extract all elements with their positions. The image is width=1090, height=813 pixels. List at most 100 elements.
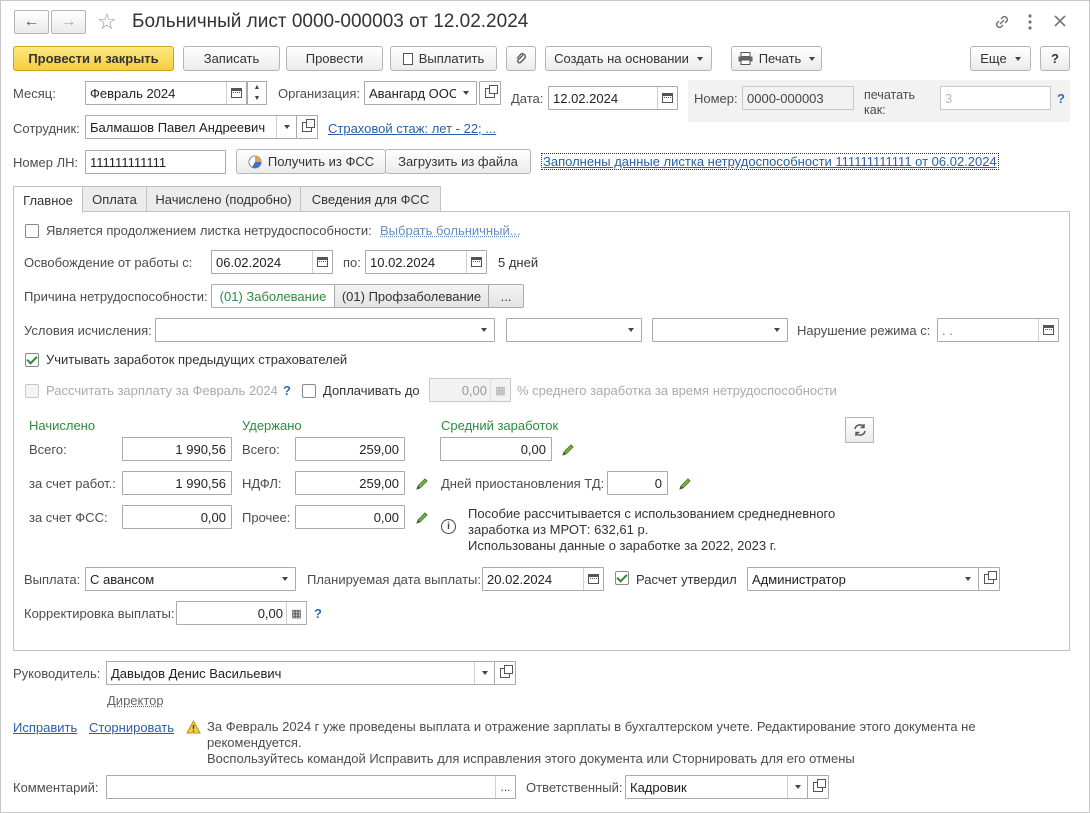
release-to-field[interactable]: 10.02.2024: [365, 250, 487, 274]
violation-date-field[interactable]: . .: [937, 318, 1059, 342]
total-accrued-field[interactable]: 1 990,56: [122, 437, 232, 461]
get-from-fss-button[interactable]: Получить из ФСС: [236, 149, 386, 174]
employer-field[interactable]: 1 990,56: [122, 471, 232, 495]
reason-more-button[interactable]: ...: [488, 284, 524, 308]
comment-field[interactable]: ...: [106, 775, 516, 799]
chevron-down-icon[interactable]: [474, 662, 494, 684]
help-button[interactable]: ?: [1040, 46, 1070, 71]
reason-illness-option[interactable]: (01) Заболевание: [211, 284, 335, 308]
calculator-icon[interactable]: ▦: [490, 379, 510, 401]
pencil-icon[interactable]: [678, 477, 692, 491]
calculator-icon[interactable]: ▦: [286, 602, 306, 624]
correction-field[interactable]: 0,00 ▦: [176, 601, 307, 625]
chevron-down-icon[interactable]: [787, 776, 807, 798]
more-vertical-icon[interactable]: [1027, 13, 1033, 31]
condition-3-select[interactable]: [652, 318, 788, 342]
avg-earnings-field[interactable]: 0,00: [440, 437, 552, 461]
storno-link[interactable]: Сторнировать: [89, 720, 174, 735]
responsible-field[interactable]: Кадровик: [625, 775, 808, 799]
pencil-icon[interactable]: [561, 443, 575, 457]
choose-sick-leave-link[interactable]: Выбрать больничный...: [380, 223, 521, 238]
open-manager-button[interactable]: [494, 661, 516, 685]
chevron-down-icon[interactable]: [275, 568, 295, 590]
month-spinner[interactable]: ▲ ▼: [247, 81, 267, 105]
tab-accrued-detail[interactable]: Начислено (подробно): [146, 186, 301, 212]
condition-1-select[interactable]: [155, 318, 495, 342]
release-from-field[interactable]: 06.02.2024: [211, 250, 333, 274]
create-based-button[interactable]: Создать на основании: [545, 46, 712, 71]
back-button[interactable]: ←: [14, 10, 49, 34]
employee-field[interactable]: Балмашов Павел Андреевич: [85, 115, 297, 139]
calendar-icon[interactable]: [1038, 319, 1058, 341]
pay-button[interactable]: Выплатить: [390, 46, 497, 71]
print-as-input[interactable]: 3: [940, 86, 1051, 110]
chevron-down-icon[interactable]: [767, 319, 787, 341]
spinner-down-icon[interactable]: ▼: [248, 93, 266, 104]
ndfl-field[interactable]: 259,00: [295, 471, 405, 495]
attach-button[interactable]: [506, 46, 536, 71]
tab-payment[interactable]: Оплата: [82, 186, 147, 212]
pencil-icon[interactable]: [415, 477, 429, 491]
calendar-icon[interactable]: [466, 251, 486, 273]
favorite-star-icon[interactable]: ☆: [97, 9, 117, 35]
approver-field[interactable]: Администратор: [747, 567, 979, 591]
forward-button[interactable]: →: [51, 10, 86, 34]
refresh-button[interactable]: [845, 417, 874, 443]
help-icon[interactable]: ?: [1057, 91, 1065, 106]
chevron-down-icon[interactable]: [621, 319, 641, 341]
help-icon[interactable]: ?: [314, 606, 322, 621]
help-icon[interactable]: ?: [283, 383, 291, 398]
fix-link[interactable]: Исправить: [13, 720, 77, 735]
load-file-label: Загрузить из файла: [398, 154, 518, 169]
close-icon[interactable]: [1052, 13, 1068, 29]
payout-select[interactable]: С авансом: [85, 567, 296, 591]
link-icon[interactable]: [993, 13, 1011, 31]
calendar-icon[interactable]: [312, 251, 332, 273]
org-field[interactable]: Авангард ООС: [364, 81, 477, 105]
date-field[interactable]: 12.02.2024: [548, 86, 678, 110]
topup-checkbox[interactable]: [302, 384, 316, 398]
calendar-icon[interactable]: [657, 87, 677, 109]
pencil-icon[interactable]: [415, 511, 429, 525]
calc-salary-checkbox[interactable]: [25, 384, 39, 398]
save-button[interactable]: Записать: [183, 46, 280, 71]
chevron-down-icon[interactable]: [276, 116, 296, 138]
topup-field[interactable]: 0,00 ▦: [429, 378, 511, 402]
condition-2-select[interactable]: [506, 318, 642, 342]
continuation-checkbox[interactable]: [25, 224, 39, 238]
filled-data-link[interactable]: Заполнены данные листка нетрудоспособнос…: [541, 153, 999, 170]
prev-earnings-checkbox[interactable]: [25, 353, 39, 367]
manager-position-link[interactable]: Директор: [107, 693, 164, 708]
other-field[interactable]: 0,00: [295, 505, 405, 529]
fss-field[interactable]: 0,00: [122, 505, 232, 529]
open-approver-button[interactable]: [978, 567, 1000, 591]
open-responsible-button[interactable]: [807, 775, 829, 799]
month-field[interactable]: Февраль 2024: [85, 81, 247, 105]
load-from-file-button[interactable]: Загрузить из файла: [385, 149, 531, 174]
manager-field[interactable]: Давыдов Денис Васильевич: [106, 661, 495, 685]
total-withheld-field[interactable]: 259,00: [295, 437, 405, 461]
spinner-up-icon[interactable]: ▲: [248, 82, 266, 93]
calendar-icon[interactable]: [226, 82, 246, 104]
more-button[interactable]: Еще: [970, 46, 1031, 71]
open-org-button[interactable]: [479, 81, 501, 105]
reason-occupational-option[interactable]: (01) Профзаболевание: [334, 284, 489, 308]
print-button[interactable]: Печать: [731, 46, 822, 71]
insurance-experience-link[interactable]: Страховой стаж: лет - 22; ...: [328, 121, 496, 136]
chevron-down-icon[interactable]: [456, 82, 476, 104]
ln-field[interactable]: 111111111111: [85, 150, 226, 174]
tab-fss-info[interactable]: Сведения для ФСС: [300, 186, 441, 212]
tab-main[interactable]: Главное: [13, 186, 83, 213]
post-button[interactable]: Провести: [286, 46, 383, 71]
post-and-close-button[interactable]: Провести и закрыть: [13, 46, 174, 71]
suspension-field[interactable]: 0: [607, 471, 668, 495]
chevron-down-icon[interactable]: [958, 568, 978, 590]
open-employee-button[interactable]: [296, 115, 318, 139]
planned-date-field[interactable]: 20.02.2024: [482, 567, 604, 591]
manager-value: Давыдов Денис Васильевич: [111, 666, 282, 681]
chevron-down-icon[interactable]: [474, 319, 494, 341]
approved-checkbox[interactable]: [615, 571, 629, 585]
ellipsis-icon[interactable]: ...: [495, 776, 515, 798]
calendar-icon[interactable]: [583, 568, 603, 590]
topup-suffix: % среднего заработка за время нетрудоспо…: [517, 383, 837, 398]
